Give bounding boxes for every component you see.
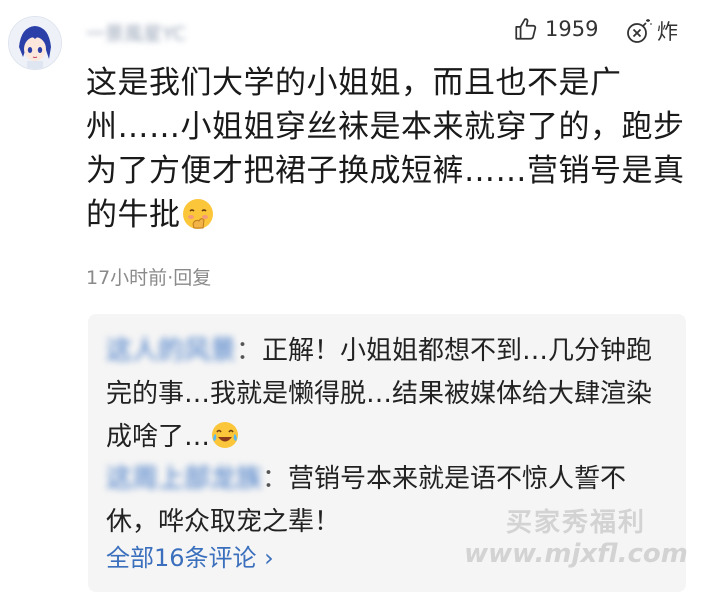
reply-item[interactable]: 这周上部龙族：营销号本来就是语不惊人誓不休，哗众取宠之辈！ bbox=[106, 458, 676, 544]
bomb-icon bbox=[627, 19, 652, 43]
comment-body: 这是我们大学的小姐姐，而且也不是广州……小姐姐穿丝袜是本来就穿了的，跑步为了方便… bbox=[86, 65, 685, 233]
reply-link[interactable]: 回复 bbox=[173, 267, 211, 289]
comment-text: 这是我们大学的小姐姐，而且也不是广州……小姐姐穿丝袜是本来就穿了的，跑步为了方便… bbox=[86, 61, 686, 237]
reply-item[interactable]: 这人的风景：正解！小姐姐都想不到…几分钟跑完的事…我就是懒得脱…结果被媒体给大肆… bbox=[106, 330, 676, 459]
like-count: 1959 bbox=[545, 17, 599, 41]
reply-username[interactable]: 这周上部龙族 bbox=[106, 464, 262, 494]
username[interactable]: 一景風星YC bbox=[86, 19, 228, 43]
laughing-tears-emoji-icon bbox=[212, 422, 239, 448]
reply-separator: ： bbox=[236, 336, 263, 366]
all-comments-link[interactable]: 全部16条评论 › bbox=[106, 538, 274, 573]
replies-box: 这人的风景：正解！小姐姐都想不到…几分钟跑完的事…我就是懒得脱…结果被媒体给大肆… bbox=[88, 314, 686, 592]
anime-avatar-icon bbox=[9, 17, 61, 69]
comment-meta: 17小时前·回复 bbox=[86, 263, 211, 290]
thumbs-up-icon bbox=[515, 18, 537, 40]
blush-emoji-icon bbox=[182, 199, 213, 229]
like-button[interactable]: 1959 bbox=[513, 16, 598, 42]
blast-label: 炸 bbox=[657, 20, 678, 44]
comment-time: 17小时前 bbox=[86, 267, 168, 289]
blast-button[interactable]: 炸 bbox=[625, 16, 678, 46]
reply-username[interactable]: 这人的风景 bbox=[106, 336, 236, 366]
avatar[interactable] bbox=[8, 16, 62, 70]
reply-separator: ： bbox=[262, 464, 289, 494]
